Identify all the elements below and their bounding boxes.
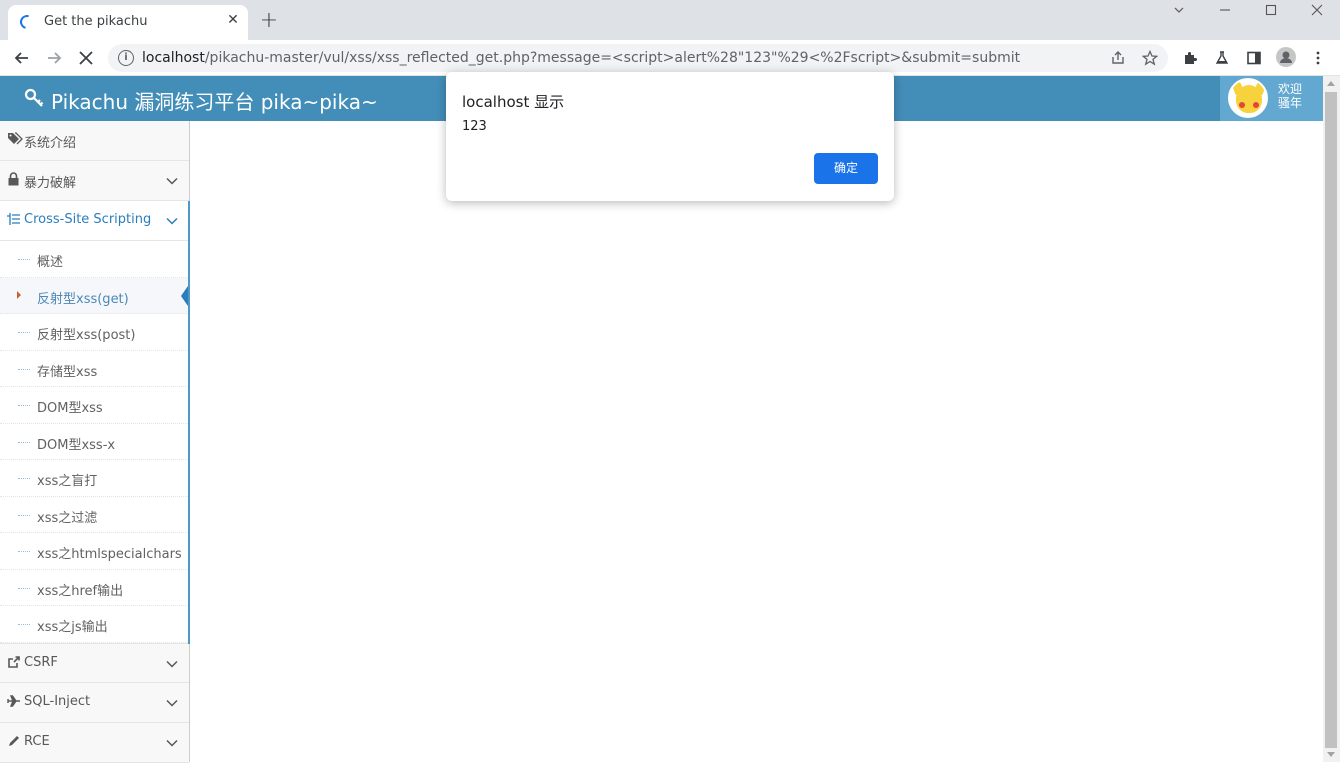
caret-right-icon bbox=[17, 290, 21, 299]
sidebar-item-bruteforce[interactable]: 暴力破解 bbox=[0, 161, 189, 201]
minimize-icon[interactable] bbox=[1214, 3, 1236, 21]
url-host: localhost bbox=[142, 50, 205, 66]
url-text[interactable]: localhost/pikachu-master/vul/xss/xss_ref… bbox=[142, 50, 1020, 66]
plane-icon bbox=[7, 694, 21, 710]
page-scrollbar[interactable] bbox=[1323, 76, 1340, 762]
submenu-item[interactable]: DOM型xss-x bbox=[0, 423, 188, 460]
ok-button[interactable]: 确定 bbox=[814, 153, 878, 184]
scroll-down-icon[interactable] bbox=[1327, 752, 1335, 757]
pencil-icon bbox=[7, 734, 21, 750]
dialog-title: localhost 显示 bbox=[462, 93, 565, 111]
browser-tab-bar: Get the pikachu ✕ + bbox=[0, 0, 1340, 40]
main-content bbox=[191, 121, 1323, 762]
site-info-icon[interactable]: i bbox=[118, 50, 134, 66]
submenu-item[interactable]: xss之盲打 bbox=[0, 460, 188, 497]
tab-search-icon[interactable] bbox=[1168, 3, 1190, 21]
chevron-down-icon bbox=[164, 173, 180, 189]
tags-icon bbox=[7, 132, 23, 148]
chevron-down-icon bbox=[164, 695, 180, 711]
stop-loading-icon[interactable] bbox=[74, 46, 98, 70]
sidebar-item-label: RCE bbox=[24, 734, 50, 749]
alert-dialog: localhost 显示 123 确定 bbox=[446, 72, 894, 201]
submenu-item[interactable]: xss之过滤 bbox=[0, 496, 188, 533]
url-path: /pikachu-master/vul/xss/xss_reflected_ge… bbox=[204, 50, 1021, 66]
browser-toolbar: i localhost/pikachu-master/vul/xss/xss_r… bbox=[0, 40, 1340, 76]
profile-icon[interactable] bbox=[1276, 47, 1296, 67]
sidebar-item-csrf[interactable]: CSRF bbox=[0, 643, 189, 683]
address-bar[interactable]: i localhost/pikachu-master/vul/xss/xss_r… bbox=[108, 44, 1168, 72]
sidebar-item-rce[interactable]: RCE bbox=[0, 723, 189, 763]
welcome-text: 欢迎 骚年 bbox=[1278, 82, 1303, 110]
close-tab-icon[interactable]: ✕ bbox=[224, 11, 242, 29]
loading-spinner-icon bbox=[17, 12, 37, 32]
star-icon[interactable] bbox=[1140, 48, 1160, 68]
sidebar-item-label: 系统介绍 bbox=[24, 136, 77, 151]
close-window-icon[interactable] bbox=[1306, 3, 1328, 21]
avatar bbox=[1228, 78, 1268, 118]
list-icon bbox=[7, 212, 21, 228]
dialog-message: 123 bbox=[462, 119, 487, 134]
sidebar-item-intro[interactable]: 系统介绍 bbox=[0, 121, 189, 161]
user-menu[interactable]: 欢迎 骚年 bbox=[1220, 76, 1323, 121]
back-arrow-icon[interactable] bbox=[10, 46, 34, 70]
submenu-item[interactable]: DOM型xss bbox=[0, 387, 188, 424]
kebab-menu-icon[interactable] bbox=[1308, 48, 1328, 68]
flask-icon[interactable] bbox=[1212, 48, 1232, 68]
submenu-item[interactable]: 反射型xss(post) bbox=[0, 314, 188, 351]
browser-tab[interactable]: Get the pikachu ✕ bbox=[8, 5, 248, 40]
submenu-item[interactable]: xss之htmlspecialchars bbox=[0, 533, 188, 570]
active-section-bar bbox=[188, 201, 190, 644]
share-icon[interactable] bbox=[1108, 48, 1128, 68]
sidebar-item-label: SQL-Inject bbox=[24, 694, 91, 709]
brand-title[interactable]: Pikachu 漏洞练习平台 pika~pika~ bbox=[51, 86, 378, 115]
sidebar-item-xss[interactable]: Cross-Site Scripting bbox=[0, 201, 189, 241]
scroll-up-icon[interactable] bbox=[1327, 81, 1335, 86]
sidebar-item-label: Cross-Site Scripting bbox=[24, 212, 152, 227]
chevron-down-icon bbox=[164, 656, 180, 672]
scroll-thumb[interactable] bbox=[1325, 92, 1337, 748]
side-panel-icon[interactable] bbox=[1244, 48, 1264, 68]
submenu-item[interactable]: 存储型xss bbox=[0, 350, 188, 387]
new-tab-button[interactable]: + bbox=[258, 10, 280, 32]
submenu-item-current[interactable]: 反射型xss(get) bbox=[0, 277, 190, 314]
sidebar: 系统介绍 暴力破解 Cross-Site Scripting 概述 反射型xss… bbox=[0, 121, 190, 763]
lock-icon bbox=[7, 172, 21, 188]
sidebar-item-label: 暴力破解 bbox=[24, 176, 77, 191]
chevron-down-icon bbox=[164, 213, 180, 229]
maximize-icon[interactable] bbox=[1260, 3, 1282, 21]
forward-arrow-icon[interactable] bbox=[42, 46, 66, 70]
submenu-item[interactable]: 概述 bbox=[0, 241, 188, 278]
submenu-item[interactable]: xss之js输出 bbox=[0, 606, 188, 643]
submenu-item[interactable]: xss之href输出 bbox=[0, 569, 188, 606]
share-square-icon bbox=[7, 655, 21, 671]
chevron-down-icon bbox=[164, 735, 180, 751]
puzzle-icon[interactable] bbox=[1180, 48, 1200, 68]
sidebar-item-label: CSRF bbox=[24, 655, 58, 670]
tab-title: Get the pikachu bbox=[44, 14, 148, 29]
sidebar-item-sqli[interactable]: SQL-Inject bbox=[0, 683, 189, 723]
key-icon bbox=[24, 88, 44, 108]
xss-submenu: 概述 反射型xss(get) 反射型xss(post) 存储型xss DOM型x… bbox=[0, 241, 190, 643]
